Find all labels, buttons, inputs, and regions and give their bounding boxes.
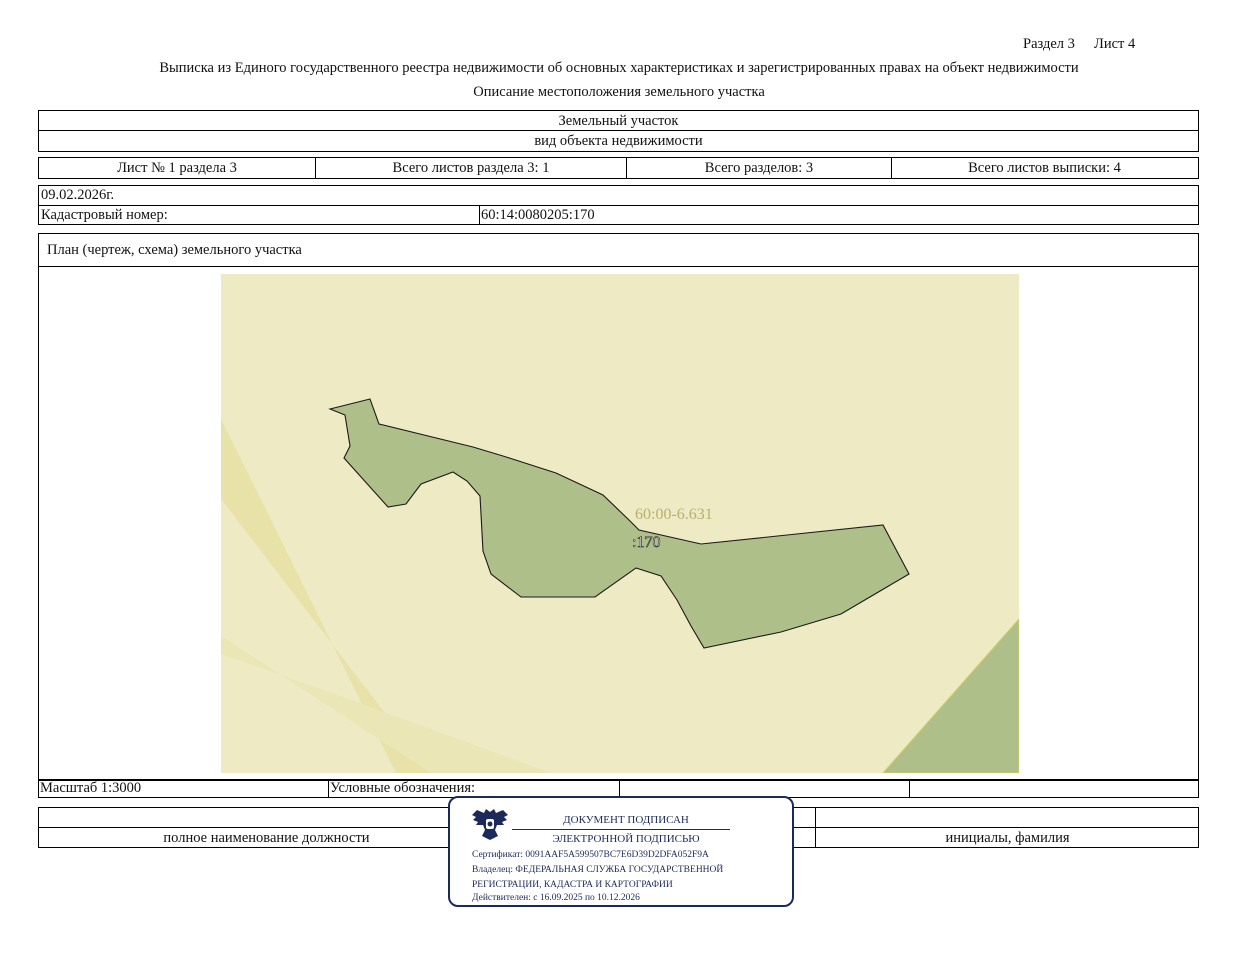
document-title: Выписка из Единого государственного реес… [159,60,1079,76]
stamp-line2: ЭЛЕКТРОННОЙ ПОДПИСЬЮ [552,833,700,845]
sheet-number: Лист 4 [1094,36,1136,52]
plan-title: План (чертеж, схема) земельного участка [47,242,302,258]
object-type-caption: вид объекта недвижимости [534,133,703,149]
stamp-owner-line2: РЕГИСТРАЦИИ, КАДАСТРА И КАРТОГРАФИИ [472,880,673,890]
cadastral-label: Кадастровый номер: [41,207,168,223]
info-table: 09.02.2026г. Кадастровый номер: 60:14:00… [38,185,1199,225]
divider [39,266,1198,267]
plan-map: 60:00-6.631 :170 [221,274,1019,773]
stamp-validity: Действителен: с 16.09.2025 по 10.12.2026 [472,893,640,903]
signature-stamp: ДОКУМЕНТ ПОДПИСАН ЭЛЕКТРОННОЙ ПОДПИСЬЮ С… [448,796,794,907]
sheet-of-section: Лист № 1 раздела 3 [39,158,316,178]
stamp-owner-line1: Владелец: ФЕДЕРАЛЬНАЯ СЛУЖБА ГОСУДАРСТВЕ… [472,865,724,875]
position-caption: полное наименование должности [163,830,370,846]
initials-caption: инициалы, фамилия [945,830,1070,846]
sheets-table: Лист № 1 раздела 3 Всего листов раздела … [38,157,1199,179]
cadastral-value: 60:14:0080205:170 [481,207,595,223]
divider [512,829,730,830]
scale: Масштаб 1:3000 [39,780,329,797]
object-type: Земельный участок [558,113,679,129]
parcel-label: :170 [632,534,660,551]
total-sections: Всего разделов: 3 [627,158,892,178]
section-number: Раздел 3 [1023,36,1075,52]
stamp-certificate: Сертификат: 0091AAF5A599507BC7E6D39D2DFA… [472,850,709,860]
total-sheets-section: Всего листов раздела 3: 1 [316,158,627,178]
legend-label: Условные обозначения: [329,780,620,797]
extract-date: 09.02.2026г. [41,187,115,203]
stamp-line1: ДОКУМЕНТ ПОДПИСАН [563,814,689,826]
quarter-label: 60:00-6.631 [635,506,713,523]
legend-cell-empty [620,780,910,797]
divider [815,808,816,847]
divider [39,205,1198,206]
divider [39,130,1198,131]
legend-cell-empty-2 [910,780,1198,797]
total-sheets-extract: Всего листов выписки: 4 [968,159,1121,176]
object-type-table: Земельный участок вид объекта недвижимос… [38,110,1199,152]
divider [479,205,480,225]
document-subtitle: Описание местоположения земельного участ… [473,84,765,100]
